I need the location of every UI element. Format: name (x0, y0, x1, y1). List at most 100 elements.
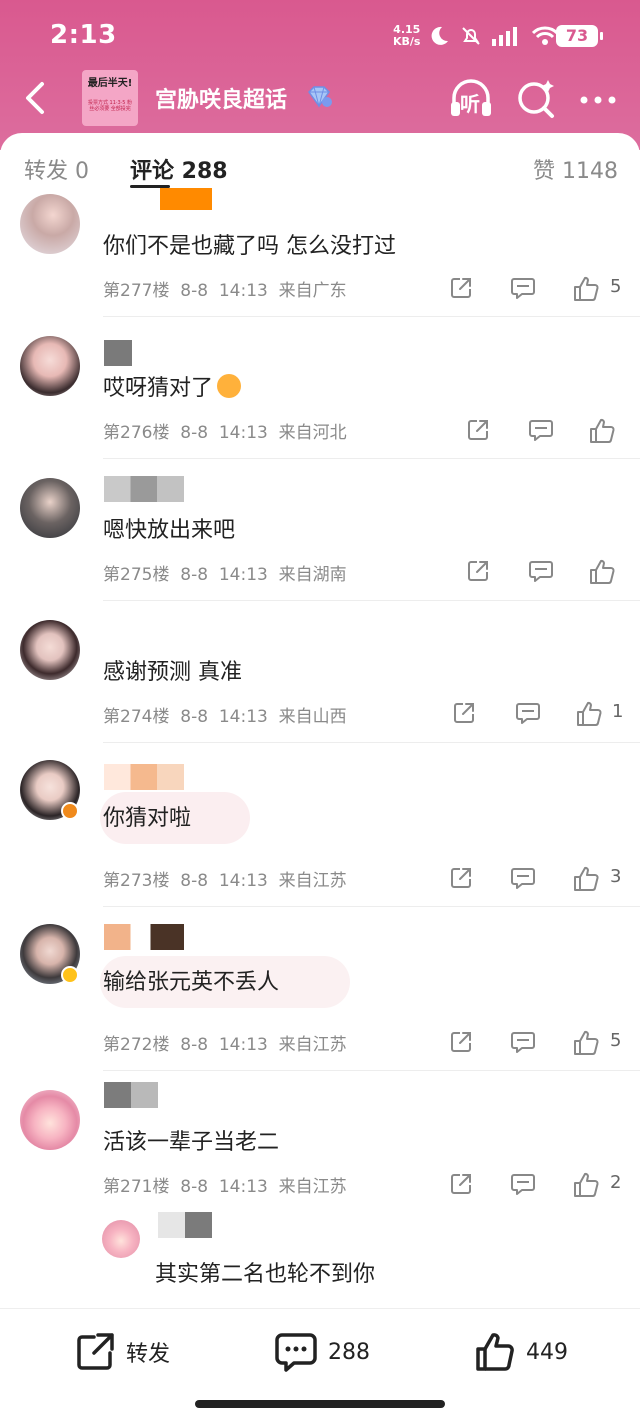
topic-title[interactable]: 宫胁咲良超话 (155, 82, 287, 114)
comment-item: 你们不是也藏了吗 怎么没打过 第277楼 8-8 14:13 来自广东 (0, 194, 640, 316)
comment-location: 来自江苏 (278, 871, 347, 891)
listen-label: 听 (460, 92, 480, 116)
comment-share-icon (451, 278, 471, 298)
comment-divider (103, 906, 640, 907)
comment-share-button[interactable] (452, 701, 476, 729)
comment-like-icon (574, 866, 599, 891)
comment-reply-icon (511, 1174, 535, 1195)
laughing-emoji-icon (217, 374, 242, 398)
topic-thumbnail[interactable]: 最后半天! 投票方式 11·3·5 粉丝必须要 全部投完 (82, 70, 138, 126)
comment-share-button[interactable] (449, 276, 473, 304)
listen-button[interactable]: 听 (448, 76, 494, 120)
floor-number: 第273楼 (103, 871, 170, 891)
comment-share-button[interactable] (449, 866, 473, 894)
comment-share-button[interactable] (449, 1030, 473, 1058)
comment-meta: 第274楼 8-8 14:13 来自山西 (103, 702, 347, 727)
comment-text: 你们不是也藏了吗 怎么没打过 (103, 234, 396, 259)
diamond-badge-icon (308, 86, 332, 108)
comment-text: 输给张元英不丢人 (103, 970, 280, 995)
comment-date: 8-8 (180, 1035, 209, 1055)
tab-comment[interactable]: 评论 288 (130, 153, 228, 185)
comment-time: 14:13 (218, 423, 268, 443)
thumbs-up-icon (476, 1333, 514, 1371)
comment-like-button[interactable] (573, 1172, 599, 1202)
comment-divider (103, 316, 640, 317)
comment-time: 14:13 (218, 871, 268, 891)
comment-like-icon (577, 701, 602, 726)
reply-avatar[interactable] (102, 1220, 140, 1258)
share-icon (77, 1333, 114, 1370)
wifi-icon (532, 26, 558, 45)
comment-like-icon (574, 1030, 599, 1055)
comment-share-button[interactable] (466, 418, 490, 446)
comment-meta: 第277楼 8-8 14:13 来自广东 (103, 276, 347, 301)
repost-button[interactable]: 转发 (74, 1331, 170, 1373)
comment-like-button[interactable] (576, 701, 602, 731)
comment-reply-button[interactable] (528, 418, 554, 446)
comment-meta: 第272楼 8-8 14:13 来自江苏 (103, 1030, 347, 1055)
comment-time: 14:13 (218, 1035, 268, 1055)
comment-like-button[interactable] (573, 276, 599, 306)
comment-location: 来自河北 (278, 423, 347, 443)
more-icon[interactable] (578, 76, 618, 120)
thumbnail-subtitle: 投票方式 11·3·5 粉丝必须要 全部投完 (87, 100, 133, 112)
comment-item: 你猜对啦 第273楼 8-8 14:13 来自江苏 (0, 742, 640, 906)
tab-bar: 转发 0 评论 288 赞 1148 (0, 133, 640, 210)
thumbnail-title: 最后半天! (87, 78, 133, 89)
comment-reply-button[interactable] (510, 276, 536, 304)
reply-username-redacted (158, 1212, 212, 1238)
like-button[interactable]: 449 (474, 1331, 568, 1373)
comment-time: 14:13 (218, 565, 268, 585)
comment-reply-button[interactable] (510, 1030, 536, 1058)
comment-like-icon (574, 1172, 599, 1197)
comment-item: 活该一辈子当老二 第271楼 8-8 14:13 来自江苏 其实第二名也轮不到你 (0, 1070, 640, 1310)
username-redacted (104, 476, 184, 502)
comment-time: 14:13 (218, 707, 268, 727)
comment-reply-icon (511, 278, 535, 299)
back-arrow-icon[interactable] (18, 76, 58, 120)
comment-date: 8-8 (180, 423, 209, 443)
comment-like-button[interactable] (573, 866, 599, 896)
comment-reply-button[interactable] (510, 866, 536, 894)
avatar[interactable] (20, 478, 80, 538)
comment-text: 哎呀猜对了 (103, 370, 242, 402)
comment-like-button[interactable] (573, 1030, 599, 1060)
comment-share-button[interactable] (449, 1172, 473, 1200)
comment-like-button[interactable] (589, 418, 615, 448)
avatar[interactable] (20, 336, 80, 396)
username-redacted (104, 924, 184, 950)
avatar[interactable] (20, 1090, 80, 1150)
comment-reply-button[interactable] (515, 701, 541, 729)
tab-repost[interactable]: 转发 0 (24, 153, 89, 185)
mute-bell-icon (462, 27, 480, 45)
status-bar: 2:13 4.15 KB/s 73 (0, 0, 640, 70)
username-redacted (104, 1082, 158, 1108)
avatar[interactable] (20, 620, 80, 680)
comment-date: 8-8 (180, 1177, 209, 1197)
comment-meta: 第276楼 8-8 14:13 来自河北 (103, 418, 347, 443)
avatar[interactable] (20, 194, 80, 254)
comment-reply-button[interactable] (528, 559, 554, 587)
comment-like-count: 1 (612, 701, 624, 722)
floor-number: 第276楼 (103, 423, 170, 443)
comment-reply-button[interactable] (510, 1172, 536, 1200)
tab-like[interactable]: 赞 1148 (533, 153, 618, 185)
sparkle-search-icon[interactable] (516, 76, 556, 120)
comment-like-count: 5 (610, 276, 622, 297)
comment-location: 来自湖南 (278, 565, 347, 585)
comment-meta: 第271楼 8-8 14:13 来自江苏 (103, 1172, 347, 1197)
floor-number: 第274楼 (103, 707, 170, 727)
comment-reply-icon (529, 420, 553, 441)
comment-button[interactable]: 288 (274, 1331, 370, 1373)
comment-like-button[interactable] (589, 559, 615, 589)
comment-meta: 第275楼 8-8 14:13 来自湖南 (103, 560, 347, 585)
comment-share-button[interactable] (466, 559, 490, 587)
comment-location: 来自江苏 (278, 1177, 347, 1197)
comment-divider (103, 742, 640, 743)
comment-share-icon (451, 1032, 471, 1052)
comment-divider (103, 600, 640, 601)
verified-orange-badge-icon (61, 802, 79, 820)
username-redacted (104, 340, 132, 366)
floor-number: 第272楼 (103, 1035, 170, 1055)
home-indicator (195, 1400, 445, 1408)
